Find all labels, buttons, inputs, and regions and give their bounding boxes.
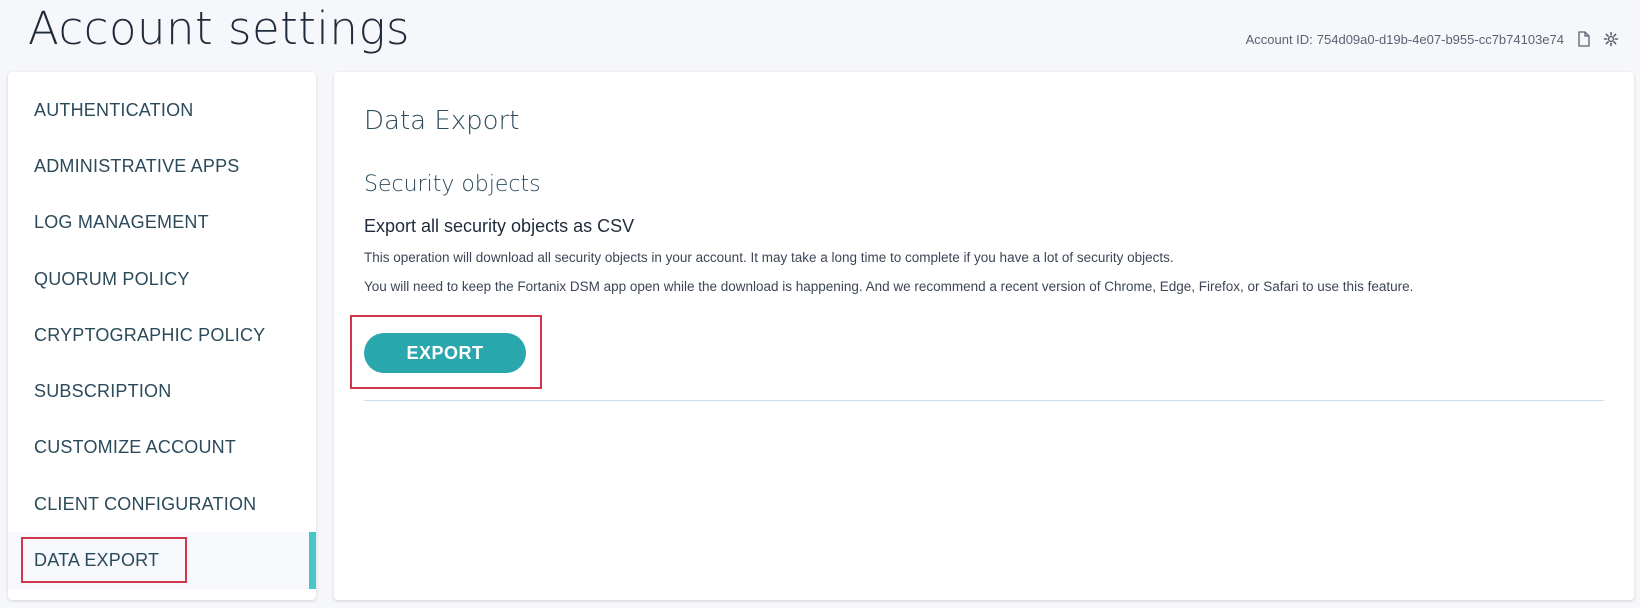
sidebar-item-authentication[interactable]: AUTHENTICATION: [8, 82, 316, 138]
sidebar-item-label: CLIENT CONFIGURATION: [34, 493, 257, 514]
sidebar-item-label: CRYPTOGRAPHIC POLICY: [34, 324, 266, 345]
sidebar-item-subscription[interactable]: SUBSCRIPTION: [8, 363, 316, 419]
section-title: Data Export: [364, 106, 520, 136]
export-description: This operation will download all securit…: [364, 250, 1174, 265]
account-id-value: 754d09a0-d19b-4e07-b955-cc7b74103e74: [1316, 31, 1564, 47]
export-requirements: You will need to keep the Fortanix DSM a…: [364, 279, 1414, 294]
sidebar-item-quorum-policy[interactable]: QUORUM POLICY: [8, 251, 316, 307]
account-id-label: Account ID:: [1245, 31, 1313, 47]
sidebar-item-customize-account[interactable]: CUSTOMIZE ACCOUNT: [8, 420, 316, 476]
sidebar-item-cryptographic-policy[interactable]: CRYPTOGRAPHIC POLICY: [8, 307, 316, 363]
copy-icon[interactable]: [1574, 30, 1592, 48]
export-heading: Export all security objects as CSV: [364, 216, 635, 236]
sidebar-item-label: DATA EXPORT: [34, 550, 160, 571]
sidebar-item-label: QUORUM POLICY: [34, 268, 190, 289]
sidebar-item-label: LOG MANAGEMENT: [34, 212, 209, 233]
sidebar-item-administrative-apps[interactable]: ADMINISTRATIVE APPS: [8, 138, 316, 194]
subsection-title: Security objects: [364, 172, 541, 197]
page-title: Account settings: [28, 2, 410, 55]
sidebar-item-client-configuration[interactable]: CLIENT CONFIGURATION: [8, 476, 316, 532]
sidebar-item-label: SUBSCRIPTION: [34, 381, 172, 402]
export-button[interactable]: EXPORT: [364, 333, 526, 373]
sidebar-item-data-export[interactable]: DATA EXPORT: [8, 532, 316, 589]
sidebar-item-label: CUSTOMIZE ACCOUNT: [34, 437, 237, 458]
data-export-panel: Data Export Security objects Export all …: [334, 72, 1634, 600]
account-bar: Account ID: 754d09a0-d19b-4e07-b955-cc7b…: [1246, 30, 1620, 48]
sidebar-item-log-management[interactable]: LOG MANAGEMENT: [8, 195, 316, 251]
sidebar-item-label: AUTHENTICATION: [34, 99, 194, 120]
sidebar-item-label: ADMINISTRATIVE APPS: [34, 155, 240, 176]
gear-icon[interactable]: [1602, 30, 1620, 48]
divider: [364, 400, 1604, 401]
settings-sidebar: AUTHENTICATION ADMINISTRATIVE APPS LOG M…: [8, 72, 316, 600]
